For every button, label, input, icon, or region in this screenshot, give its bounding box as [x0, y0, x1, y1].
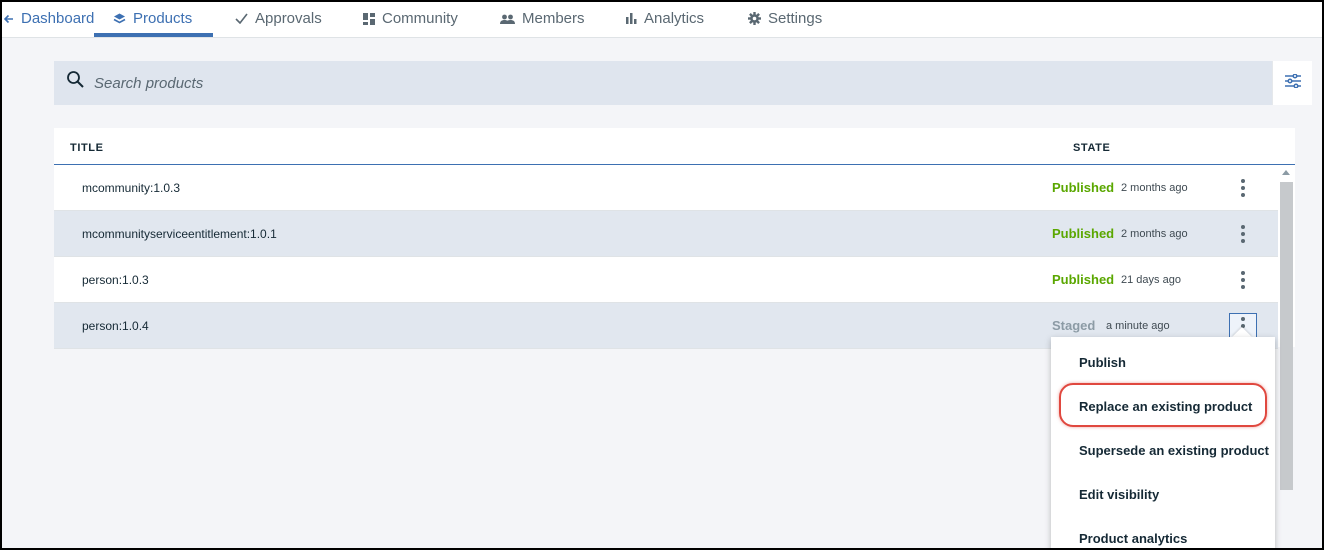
dashboard-grid-icon [363, 12, 375, 25]
tab-members-label: Members [522, 10, 585, 27]
kebab-dot [1241, 317, 1245, 321]
kebab-dot [1241, 193, 1245, 197]
search-icon [66, 70, 86, 95]
table-row[interactable]: mcommunityserviceentitlement:1.0.1 Publi… [54, 211, 1278, 257]
kebab-dot [1241, 239, 1245, 243]
filter-settings-button[interactable] [1272, 61, 1312, 105]
kebab-dot [1241, 179, 1245, 183]
sliders-icon [1284, 72, 1301, 93]
products-table: TITLE STATE mcommunity:1.0.3 Published 2… [54, 128, 1295, 349]
column-header-state[interactable]: STATE [1073, 142, 1110, 154]
table-row[interactable]: mcommunity:1.0.3 Published 2 months ago [54, 165, 1278, 211]
tab-community-label: Community [382, 10, 458, 27]
product-title: mcommunityserviceentitlement:1.0.1 [82, 227, 277, 241]
column-header-title[interactable]: TITLE [70, 142, 104, 154]
timestamp: 21 days ago [1121, 274, 1181, 286]
kebab-dot [1241, 285, 1245, 289]
row-actions-menu: Publish Replace an existing product Supe… [1051, 337, 1275, 550]
back-to-dashboard-link[interactable]: Dashboard [4, 0, 94, 37]
timestamp: a minute ago [1106, 320, 1170, 332]
top-nav: Dashboard Products Approvals Community M… [0, 0, 1324, 38]
gear-icon [748, 12, 761, 25]
status-badge: Published [1052, 180, 1115, 195]
table-header: TITLE STATE [54, 128, 1295, 165]
row-actions-button[interactable] [1229, 221, 1257, 247]
kebab-dot [1241, 271, 1245, 275]
tab-community[interactable]: Community [363, 0, 458, 37]
scroll-up-arrow-icon[interactable] [1282, 170, 1290, 175]
product-title: person:1.0.4 [82, 319, 149, 333]
menu-item-replace-existing-product[interactable]: Replace an existing product [1079, 399, 1252, 414]
arrow-left-icon [4, 14, 14, 24]
bar-chart-icon [626, 13, 637, 24]
checkmark-icon [235, 13, 248, 24]
product-title: mcommunity:1.0.3 [82, 181, 181, 195]
kebab-dot [1241, 278, 1245, 282]
menu-item-product-analytics[interactable]: Product analytics [1079, 531, 1187, 546]
layers-icon [113, 13, 126, 25]
timestamp: 2 months ago [1121, 182, 1188, 194]
tab-approvals-label: Approvals [255, 10, 322, 27]
tab-settings-label: Settings [768, 10, 823, 27]
tab-analytics[interactable]: Analytics [626, 0, 704, 37]
tab-approvals[interactable]: Approvals [235, 0, 322, 37]
scrollbar-thumb[interactable] [1280, 182, 1293, 490]
status-badge: Staged [1052, 318, 1096, 333]
kebab-dot [1241, 232, 1245, 236]
search-bar [54, 61, 1272, 105]
status-badge: Published [1052, 272, 1115, 287]
kebab-dot [1241, 186, 1245, 190]
table-row[interactable]: person:1.0.3 Published 21 days ago [54, 257, 1278, 303]
product-title: person:1.0.3 [82, 273, 149, 287]
tab-products-label: Products [133, 10, 193, 27]
menu-item-publish[interactable]: Publish [1079, 355, 1126, 370]
menu-item-supersede-existing-product[interactable]: Supersede an existing product [1079, 443, 1269, 458]
active-tab-indicator [94, 33, 213, 37]
kebab-dot [1241, 225, 1245, 229]
tab-products[interactable]: Products [113, 0, 192, 37]
search-input[interactable] [94, 61, 1254, 105]
menu-item-edit-visibility[interactable]: Edit visibility [1079, 487, 1159, 502]
tab-settings[interactable]: Settings [748, 0, 822, 37]
tab-analytics-label: Analytics [644, 10, 705, 27]
row-actions-button[interactable] [1229, 267, 1257, 293]
tab-members[interactable]: Members [500, 0, 585, 37]
people-icon [500, 14, 515, 24]
timestamp: 2 months ago [1121, 228, 1188, 240]
status-badge: Published [1052, 226, 1115, 241]
row-actions-button[interactable] [1229, 175, 1257, 201]
back-label: Dashboard [21, 10, 95, 27]
